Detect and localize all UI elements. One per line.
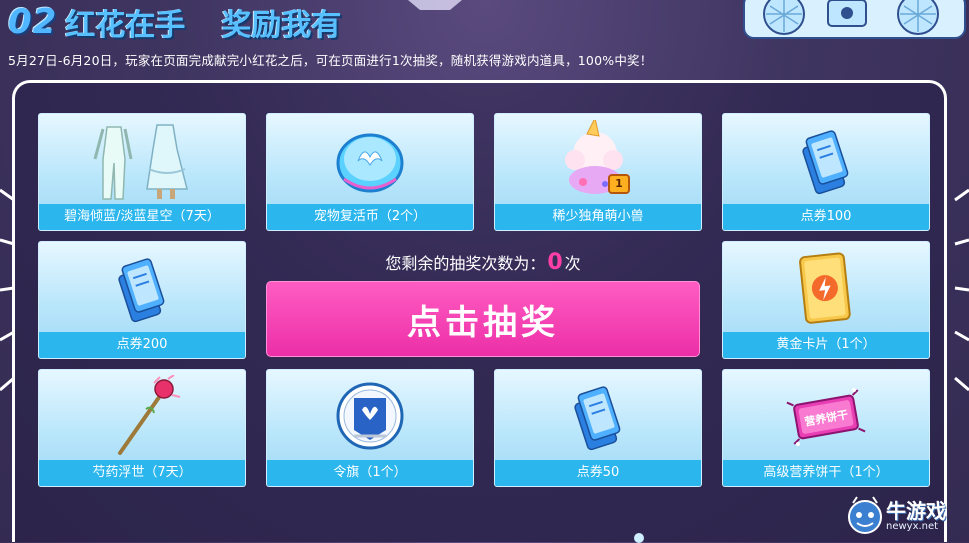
prize-label: 令旗（1个） [267, 460, 473, 486]
prize-label: 宠物复活币（2个） [267, 204, 473, 230]
watermark-name: 牛游戏 [886, 499, 946, 523]
remaining-suffix: 次 [564, 254, 581, 273]
prize-label: 稀少独角萌小兽 [495, 204, 701, 230]
prize-card-wand[interactable]: 芍药浮世（7天） [38, 369, 246, 487]
prize-label: 高级营养饼干（1个） [723, 460, 929, 486]
prize-card-voucher-100[interactable]: 点券100 [722, 113, 930, 231]
prize-label: 碧海倾蓝/淡蓝星空（7天） [39, 204, 245, 230]
speaker-decor-icon [743, 0, 966, 39]
remaining-count: 0 [547, 250, 563, 275]
quantity-badge: 1 [608, 174, 630, 194]
prize-label: 点券200 [39, 332, 245, 358]
side-decor-right-icon [954, 188, 969, 392]
event-description: 5月27日-6月20日，玩家在页面完成献完小红花之后，可在页面进行1次抽奖，随机… [8, 53, 653, 68]
prize-card-outfit[interactable]: 碧海倾蓝/淡蓝星空（7天） [38, 113, 246, 231]
remaining-prefix: 您剩余的抽奖次数为： [385, 254, 546, 273]
page-title: 02 红花在手 奖励我有 [8, 2, 342, 43]
revive-coin-icon [336, 133, 404, 193]
outfit-icon [93, 124, 188, 200]
voucher-icon [118, 258, 165, 323]
banner-flag-icon [336, 382, 404, 450]
biscuit-icon: 营养饼干 [786, 388, 866, 446]
prize-label: 黄金卡片（1个） [723, 332, 929, 358]
prize-card-gold-card[interactable]: 黄金卡片（1个） [722, 241, 930, 359]
prize-card-revive-coin[interactable]: 宠物复活币（2个） [266, 113, 474, 231]
voucher-icon [574, 386, 621, 451]
side-decor-left-icon [0, 188, 15, 392]
gold-card-icon [799, 252, 851, 324]
prize-card-unicorn-pet[interactable]: 1 稀少独角萌小兽 [494, 113, 702, 231]
draw-button[interactable]: 点击抽奖 [266, 281, 700, 357]
decor-top-center-icon [408, 0, 462, 10]
prize-card-banner-flag[interactable]: 令旗（1个） [266, 369, 474, 487]
prize-card-voucher-50[interactable]: 点券50 [494, 369, 702, 487]
prize-label: 点券100 [723, 204, 929, 230]
title-number: 02 [8, 2, 58, 42]
wand-icon [118, 375, 181, 455]
prize-label: 芍药浮世（7天） [39, 460, 245, 486]
title-part2: 奖励我有 [221, 8, 342, 43]
prize-label: 点券50 [495, 460, 701, 486]
prize-card-biscuit[interactable]: 营养饼干 高级营养饼干（1个） [722, 369, 930, 487]
title-part1: 红花在手 [65, 8, 186, 43]
voucher-icon [802, 130, 849, 195]
remaining-draws: 您剩余的抽奖次数为：0 次 [266, 250, 700, 275]
watermark-domain: newyx.net [886, 521, 939, 532]
prize-card-voucher-200[interactable]: 点券200 [38, 241, 246, 359]
